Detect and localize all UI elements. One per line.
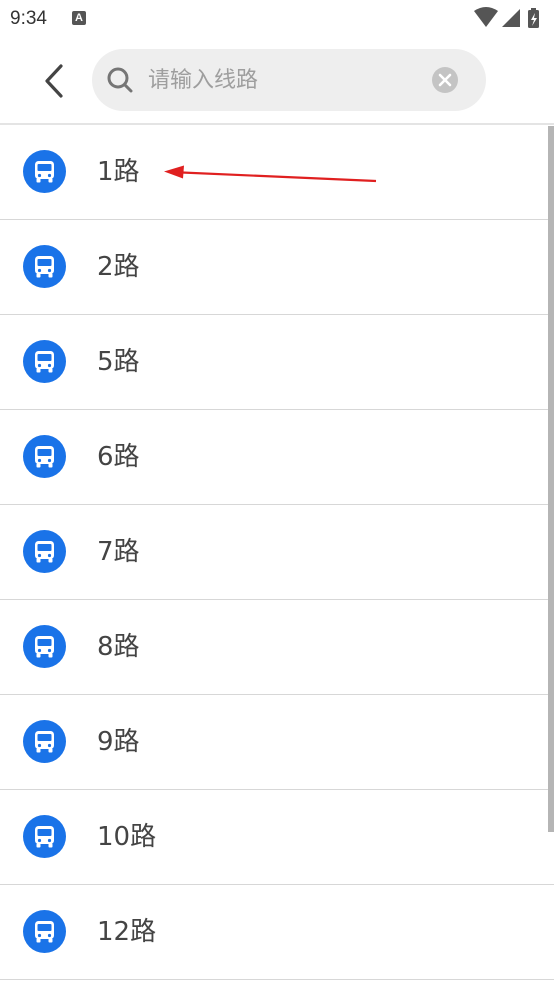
bus-icon [23, 815, 66, 858]
route-label: 10路 [97, 822, 157, 852]
bus-icon [23, 435, 66, 478]
route-item[interactable]: 9路 [0, 695, 554, 790]
route-label: 7路 [97, 537, 140, 567]
route-item[interactable]: 10路 [0, 790, 554, 885]
bus-icon [23, 720, 66, 763]
search-input[interactable] [148, 49, 418, 111]
battery-icon [528, 8, 539, 28]
bus-icon [23, 340, 66, 383]
back-button[interactable] [30, 58, 78, 104]
bus-icon [23, 625, 66, 668]
signal-icon [502, 9, 520, 27]
route-label: 2路 [97, 252, 140, 282]
route-label: 9路 [97, 727, 140, 757]
route-item[interactable]: 1路 [0, 125, 554, 220]
route-item[interactable]: 5路 [0, 315, 554, 410]
clear-icon[interactable] [431, 66, 459, 94]
status-bar: 9:34 A [0, 0, 554, 36]
route-item[interactable]: 7路 [0, 505, 554, 600]
route-item[interactable]: 2路 [0, 220, 554, 315]
route-label: 5路 [97, 347, 140, 377]
search-box[interactable] [92, 49, 486, 111]
header [0, 36, 554, 124]
route-list: 1路 2路 5路 6路 7路 8路 9路 10路 12路 [0, 125, 554, 980]
route-label: 8路 [97, 632, 140, 662]
bus-icon [23, 245, 66, 288]
chevron-left-icon [45, 64, 63, 98]
status-time: 9:34 [10, 8, 47, 29]
bus-icon [23, 530, 66, 573]
bus-icon [23, 910, 66, 953]
route-item[interactable]: 6路 [0, 410, 554, 505]
route-label: 6路 [97, 442, 140, 472]
route-item[interactable]: 12路 [0, 885, 554, 980]
notification-letter: A [75, 12, 83, 24]
bus-icon [23, 150, 66, 193]
scrollbar[interactable] [548, 126, 554, 832]
notification-icon: A [72, 11, 86, 25]
search-icon [107, 67, 133, 93]
wifi-icon [474, 7, 498, 27]
status-icons [474, 7, 539, 28]
route-label: 12路 [97, 917, 157, 947]
route-item[interactable]: 8路 [0, 600, 554, 695]
route-label: 1路 [97, 157, 140, 187]
